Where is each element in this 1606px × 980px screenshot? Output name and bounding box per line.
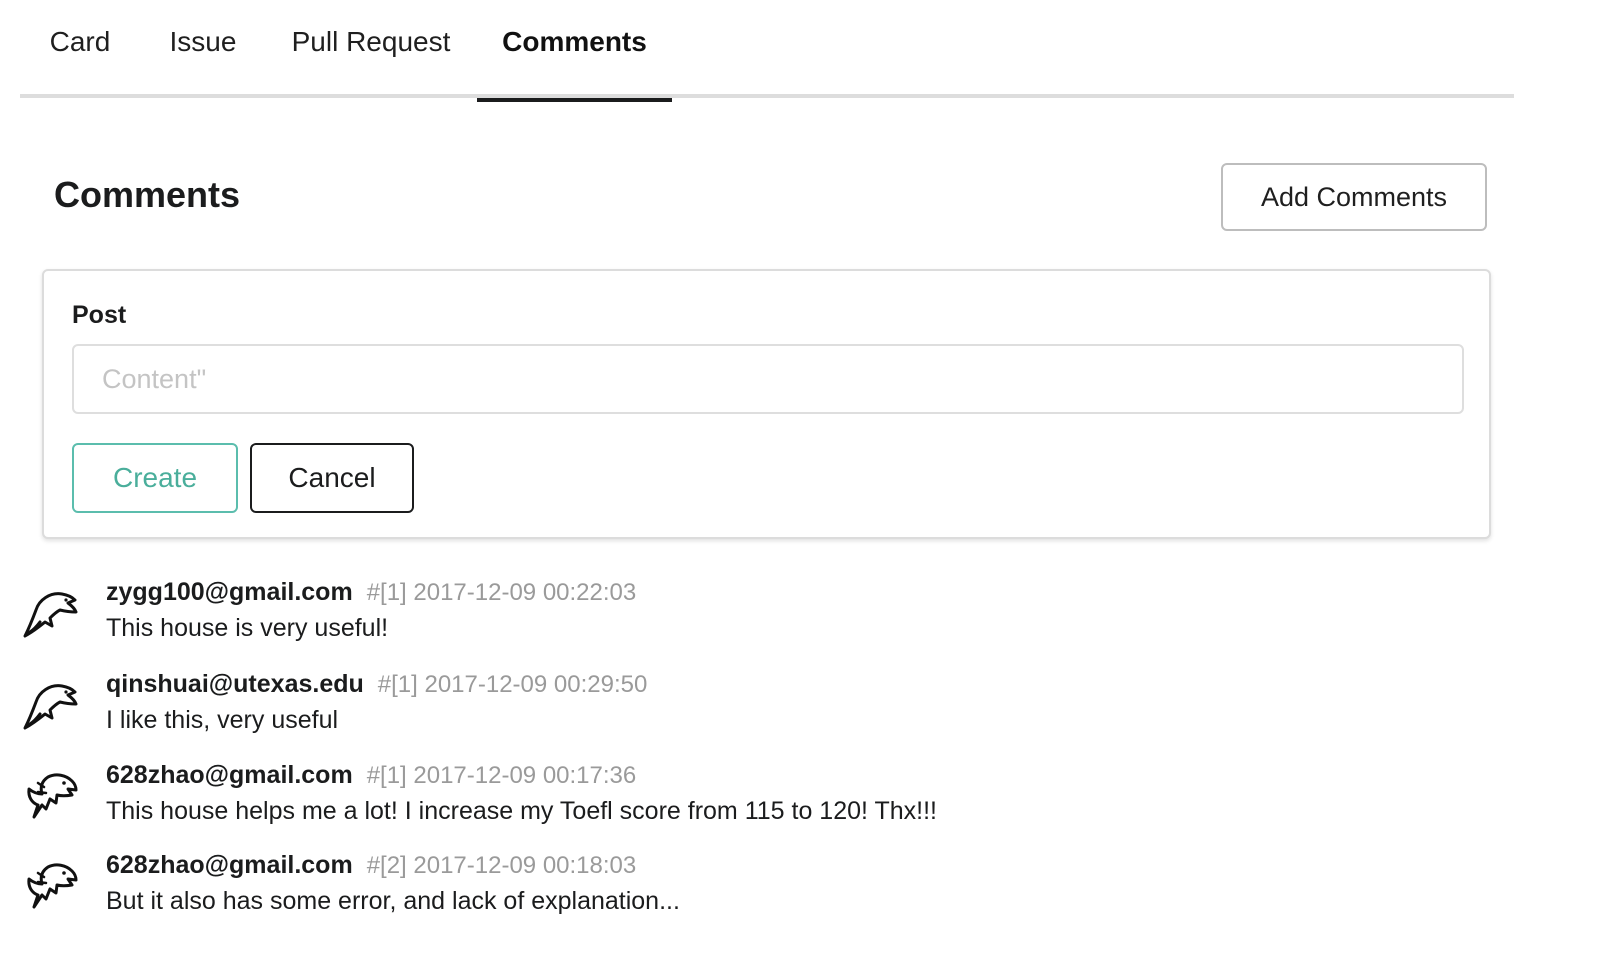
dolphin-icon — [23, 592, 78, 638]
comment-date: #[1] 2017-12-09 00:22:03 — [366, 579, 637, 606]
comment-date: #[1] 2017-12-09 00:29:50 — [377, 671, 648, 698]
comment-text: But it also has some error, and lack of … — [106, 887, 680, 915]
post-label: Post — [72, 301, 127, 329]
comment-meta: qinshuai@utexas.edu #[1] 2017-12-09 00:29… — [106, 670, 647, 699]
comment-meta: 628zhao@gmail.com #[1] 2017-12-09 00:17:3… — [106, 761, 636, 790]
comment-date: #[2] 2017-12-09 00:18:03 — [366, 852, 637, 879]
comment-text: I like this, very useful — [106, 706, 339, 734]
tab-issue[interactable]: Issue — [150, 0, 256, 98]
comment-item: 628zhao@gmail.com #[1] 2017-12-09 00:17:3… — [20, 761, 1500, 843]
comment-item: qinshuai@utexas.edu #[1] 2017-12-09 00:29… — [20, 670, 1500, 752]
cancel-button[interactable]: Cancel — [250, 443, 414, 513]
tab-card[interactable]: Card — [30, 0, 130, 98]
comment-text: This house is very useful! — [106, 614, 389, 642]
create-button[interactable]: Create — [72, 443, 238, 513]
page-title: Comments — [54, 174, 241, 215]
comment-item: zygg100@gmail.com #[1] 2017-12-09 00:22:0… — [20, 578, 1500, 660]
comment-author[interactable]: zygg100@gmail.com — [106, 578, 353, 606]
comment-item: 628zhao@gmail.com #[2] 2017-12-09 00:18:0… — [20, 851, 1500, 933]
comment-text: This house helps me a lot! I increase my… — [106, 797, 937, 825]
comment-meta: 628zhao@gmail.com #[2] 2017-12-09 00:18:0… — [106, 851, 636, 880]
tab-pull-request[interactable]: Pull Request — [280, 0, 462, 98]
tab-bar: Card Issue Pull Request Comments — [20, 0, 1514, 102]
dolphin-icon — [23, 684, 78, 730]
content-input[interactable] — [72, 344, 1464, 414]
post-form: Post Create Cancel — [42, 269, 1491, 539]
comment-author[interactable]: 628zhao@gmail.com — [106, 761, 353, 789]
comment-author[interactable]: 628zhao@gmail.com — [106, 851, 353, 879]
comment-date: #[1] 2017-12-09 00:17:36 — [366, 762, 637, 789]
comment-meta: zygg100@gmail.com #[1] 2017-12-09 00:22:0… — [106, 578, 636, 607]
eagle-icon — [27, 773, 78, 819]
comment-author[interactable]: qinshuai@utexas.edu — [106, 670, 364, 698]
tab-comments[interactable]: Comments — [477, 0, 672, 102]
add-comments-button[interactable]: Add Comments — [1221, 163, 1487, 231]
eagle-icon — [27, 863, 78, 909]
